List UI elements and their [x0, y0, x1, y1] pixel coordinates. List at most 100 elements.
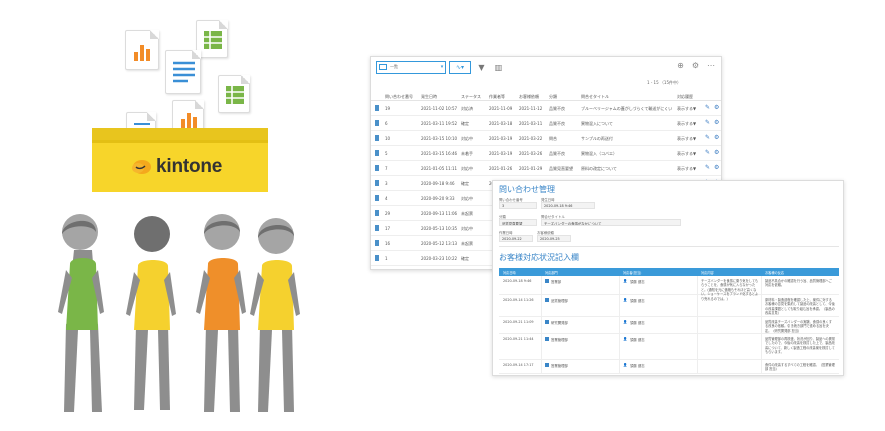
subtable-dept: 営業部	[551, 280, 562, 284]
filter-button[interactable]: ▼	[475, 61, 488, 74]
subtable-dept: 営業管理部	[551, 338, 568, 342]
column-divider	[541, 334, 542, 359]
text-lines-icon	[173, 61, 195, 83]
table-cell: 異物混入（コバエ）	[581, 151, 617, 156]
record-detail-icon[interactable]	[375, 180, 379, 186]
number-field: 3	[499, 202, 537, 209]
record-detail-icon[interactable]	[375, 150, 379, 156]
subtable-header: 対応日時 対応部門 対応者(担当) 対応内容 お客様の反応	[499, 268, 839, 276]
record-detail-icon[interactable]	[375, 225, 379, 231]
column-header[interactable]: 作業者等	[489, 94, 505, 100]
table-cell: 異物混入について	[581, 121, 613, 126]
table-cell: 2021-03-15 16:46	[421, 151, 458, 156]
person-yellow-2	[250, 218, 300, 412]
graph-view-button[interactable]: ∿▾	[449, 60, 471, 74]
section-divider	[499, 246, 839, 247]
record-detail-icon[interactable]	[375, 135, 379, 141]
table-cell: 2021-01-26	[489, 166, 513, 171]
subtable-column-header: 対応部門	[545, 271, 558, 275]
record-detail-icon[interactable]	[375, 195, 379, 201]
gear-icon[interactable]: ⚙	[714, 119, 719, 126]
user-icon: 👤	[623, 320, 628, 324]
chevron-down-icon: ▾	[440, 64, 444, 70]
table-cell: 5	[385, 151, 388, 156]
view-selector[interactable]: 一覧 ▾	[376, 60, 446, 74]
table-cell: サンプルの再送付	[581, 136, 613, 141]
table-cell: 2021-03-11	[519, 121, 543, 126]
table-row[interactable]: 6 2021-03-11 19:52 確定 2021-03-18 2021-03-11 品…	[371, 116, 721, 131]
column-divider	[619, 276, 620, 294]
column-divider	[761, 276, 762, 294]
table-cell: 問合	[549, 136, 557, 141]
table-cell: 表示する▼	[677, 166, 697, 171]
table-cell: 6	[385, 121, 388, 126]
table-cell: 7	[385, 166, 388, 171]
subtable-person: 須藤 健志	[630, 338, 645, 342]
subtable-date: 2020-09-18 9:46	[503, 279, 532, 283]
subtable-reaction: 食件の改善するすべての工程を確認。（営業管理部 担当）	[765, 363, 835, 372]
record-detail-icon[interactable]	[375, 255, 379, 261]
record-detail-icon[interactable]	[375, 240, 379, 246]
list-view-icon	[379, 64, 387, 70]
table-cell: 2020-09-20 9:33	[421, 196, 455, 201]
subtable-row: 2020-09-18 9:46 営業部 👤 須藤 健志 チーズバンダーを食感に乗り気をし…	[499, 276, 839, 301]
edit-icon[interactable]: ✎	[705, 164, 710, 171]
edit-icon[interactable]: ✎	[705, 104, 710, 111]
box-edge	[92, 140, 268, 143]
filter-icon: ▼	[478, 62, 485, 72]
edit-icon[interactable]: ✎	[705, 149, 710, 156]
record-detail-icon[interactable]	[375, 165, 379, 171]
table-row[interactable]: 10 2021-03-15 10:10 対応中 2021-03-19 2021-03-2…	[371, 131, 721, 146]
column-divider	[697, 295, 698, 316]
checkbox-icon	[545, 337, 549, 341]
table-cell: 1	[385, 256, 388, 261]
column-header[interactable]: お客様依頼	[519, 94, 539, 100]
table-cell: 対応中	[461, 226, 473, 231]
table-cell: 2021-03-22	[519, 136, 543, 141]
record-detail-icon[interactable]	[375, 120, 379, 126]
table-cell: 未起票	[461, 241, 473, 246]
chart-button[interactable]: ▥	[492, 61, 505, 74]
table-cell: 2021-01-29	[519, 166, 543, 171]
column-divider	[619, 295, 620, 316]
column-header[interactable]: 対応履歴	[677, 94, 693, 100]
person-yellow	[126, 216, 176, 410]
edit-icon[interactable]: ✎	[705, 134, 710, 141]
subtable-reaction: 原材料・製造過程を確認した上、案件に対するお客様の意見を集約して製品の改善として…	[765, 298, 835, 316]
table-cell: 16	[385, 241, 391, 246]
table-row[interactable]: 19 2021-11-02 10:57 対応済 2021-11-09 2021-11-1…	[371, 101, 721, 116]
table-cell: 未起票	[461, 211, 473, 216]
subtable-column-header: お客様の反応	[765, 271, 785, 275]
bar-chart-icon	[181, 113, 197, 128]
table-cell: 確定	[461, 256, 469, 261]
column-divider	[541, 317, 542, 333]
column-header[interactable]: 問合せタイトル	[581, 94, 609, 100]
column-divider	[761, 360, 762, 373]
subtable-reaction: 製品不具合かの確認を行う旨、品質管理部へご対応を依頼。	[765, 279, 832, 288]
subtable-row: 2020-09-21 11:44 営業管理部 👤 須藤 健志 品質管理部の再検査。状況が…	[499, 334, 839, 360]
plus-icon[interactable]: ⊕	[677, 61, 684, 70]
gear-icon[interactable]: ⚙	[714, 164, 719, 171]
record-detail-icon[interactable]	[375, 210, 379, 216]
gear-icon[interactable]: ⚙	[714, 134, 719, 141]
gear-icon[interactable]: ⚙	[692, 61, 699, 70]
column-header[interactable]: 分類	[549, 94, 557, 100]
table-cell: 2021-03-26	[519, 151, 543, 156]
table-cell: 品質不良	[549, 106, 565, 111]
table-cell: 対応中	[461, 196, 473, 201]
checkbox-icon	[545, 363, 549, 367]
column-header[interactable]: ステータス	[461, 94, 481, 100]
subtable-row: 2020-09-21 11:09 研究開発部 👤 須藤 健志 品質改善チーズバンダーの実…	[499, 317, 839, 334]
table-row[interactable]: 5 2021-03-15 16:46 未着手 2021-03-19 2021-03-26…	[371, 146, 721, 161]
edit-icon[interactable]: ✎	[705, 119, 710, 126]
table-cell: 4	[385, 196, 388, 201]
more-icon[interactable]: ⋯	[707, 61, 715, 70]
table-cell: 2020-03-23 10:22	[421, 256, 458, 261]
record-detail-icon[interactable]	[375, 105, 379, 111]
checkbox-icon	[545, 298, 549, 302]
table-row[interactable]: 7 2021-01-05 11:11 対応中 2021-01-26 2021-01-29…	[371, 161, 721, 176]
column-header[interactable]: 問い合わせ番号	[385, 94, 413, 100]
gear-icon[interactable]: ⚙	[714, 104, 719, 111]
column-header[interactable]: 発生日時	[421, 94, 437, 100]
gear-icon[interactable]: ⚙	[714, 149, 719, 156]
